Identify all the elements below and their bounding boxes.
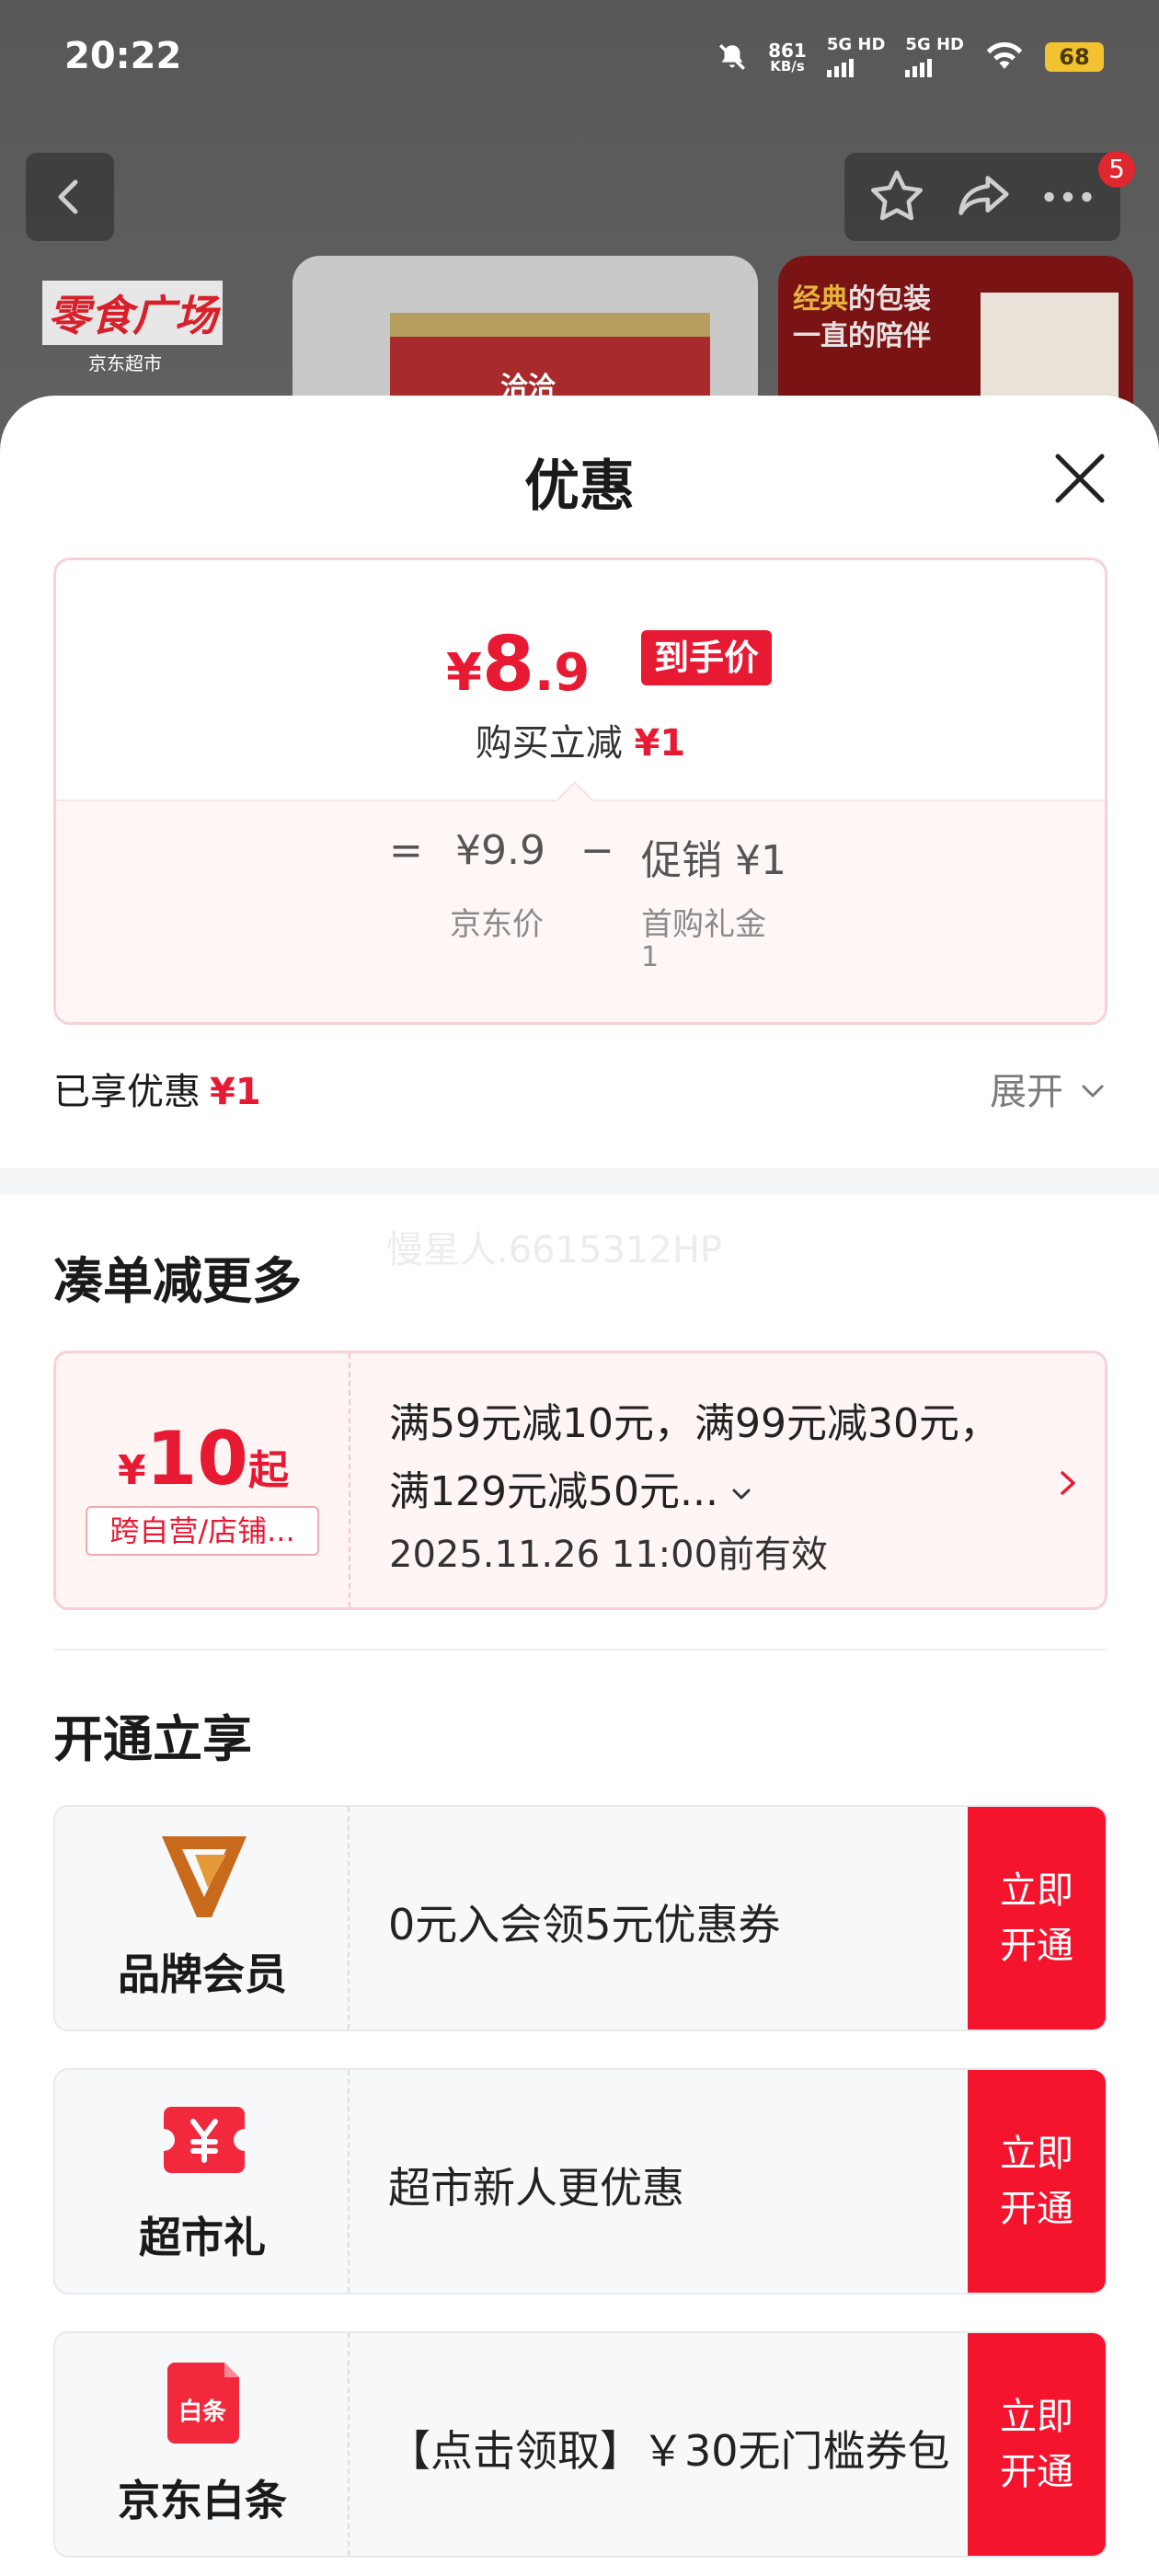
section-title-open: 开通立享 <box>53 1710 252 1768</box>
open-member-button[interactable]: 立即 开通 <box>968 1807 1106 2030</box>
snack-plaza-title: 零食广场 <box>42 281 223 345</box>
section-divider <box>0 1168 1159 1194</box>
member-icon-area: 白条 京东白条 <box>55 2333 350 2556</box>
instant-reduction: 购买立减 ¥1 <box>475 722 686 765</box>
top-actions <box>844 153 1120 241</box>
equals-sign: = <box>389 827 423 874</box>
status-icons: 861 KB/s 5G HD 5G HD 68 <box>717 37 1104 77</box>
minus-sign: − <box>580 827 614 874</box>
price-breakdown-card: ¥8.9 到手价 购买立减 ¥1 = ¥9.9 京东价 − 促销 ¥1 首购礼金… <box>53 558 1107 1025</box>
member-name: 京东白条 <box>118 2476 287 2525</box>
snack-plaza-banner[interactable]: 零食广场 京东超市 <box>42 281 235 374</box>
chevron-down-icon[interactable] <box>1076 1075 1109 1108</box>
member-benefit: 超市新人更优惠 <box>388 2163 684 2213</box>
chevron-right-icon[interactable] <box>1050 1460 1086 1506</box>
jd-price-label: 京东价 <box>450 906 544 943</box>
brand-banner-line1: 经典的包装 <box>793 283 931 316</box>
promo-label-value: 1 <box>641 941 660 973</box>
final-price-tag: 到手价 <box>641 630 773 685</box>
section-title-more: 凑单减更多 <box>53 1252 302 1310</box>
expand-button[interactable]: 展开 <box>990 1062 1063 1115</box>
brand-member-card[interactable]: 品牌会员 0元入会领5元优惠券 立即 开通 <box>53 1805 1107 2031</box>
jd-baitiao-card[interactable]: 白条 京东白条 【点击领取】￥30无门槛券包 立即 开通 <box>53 2331 1107 2558</box>
promo-label: 首购礼金 <box>641 906 766 943</box>
svg-text:白条: 白条 <box>178 2398 227 2426</box>
brand-v-icon <box>162 1836 247 1917</box>
coupon-card[interactable]: ¥10起 跨自营/店铺... 满59元减10元，满99元减30元， 满129元减… <box>53 1351 1107 1610</box>
final-price-area: ¥8.9 到手价 购买立减 ¥1 <box>56 560 1105 799</box>
enjoyed-discount: 已享优惠 ¥1 <box>53 1071 261 1113</box>
back-button[interactable] <box>26 153 114 241</box>
separator-line <box>53 1649 1107 1650</box>
status-bar: 20:22 861 KB/s 5G HD 5G HD 68 <box>0 0 1159 120</box>
coupon-amount-area: ¥10起 跨自营/店铺... <box>56 1353 350 1607</box>
notification-badge: 5 <box>1098 151 1135 188</box>
star-icon[interactable] <box>865 165 929 229</box>
member-icon-area: 超市礼 <box>55 2070 350 2293</box>
share-icon[interactable] <box>950 165 1015 229</box>
jd-price: ¥9.9 <box>455 827 545 874</box>
coupon-validity: 2025.11.26 11:00前有效 <box>389 1534 829 1576</box>
open-member-button[interactable]: 立即 开通 <box>968 2333 1106 2556</box>
sim2-signal: 5G HD <box>905 37 964 77</box>
member-benefit: 【点击领取】￥30无门槛券包 <box>388 2426 950 2476</box>
final-price: ¥8.9 <box>446 621 591 708</box>
coupon-amount: ¥10起 <box>118 1416 289 1501</box>
discount-sheet: 优惠 ¥8.9 到手价 购买立减 ¥1 = ¥9.9 京东价 − 促销 ¥1 首… <box>0 396 1159 2576</box>
more-icon[interactable] <box>1036 165 1100 229</box>
sheet-title: 优惠 <box>524 454 635 519</box>
chevron-left-icon <box>58 179 78 214</box>
coupon-description: 满59元减10元，满99元减30元， 满129元减50元... <box>389 1400 1000 1515</box>
close-icon[interactable] <box>1049 447 1111 510</box>
mute-bell-icon <box>719 44 746 70</box>
promo-discount: 促销 ¥1 <box>641 837 786 884</box>
chevron-down-icon[interactable] <box>728 1480 755 1508</box>
yen-ticket-icon <box>164 2107 245 2173</box>
battery-indicator: 68 <box>1045 42 1104 72</box>
member-name: 超市礼 <box>139 2213 266 2262</box>
net-speed: 861 KB/s <box>768 39 807 75</box>
wifi-icon <box>986 41 1023 69</box>
status-time: 20:22 <box>64 35 182 77</box>
snack-plaza-subtitle: 京东超市 <box>88 352 162 374</box>
member-name: 品牌会员 <box>118 1949 287 1999</box>
watermark: 慢星人.6615312HP <box>386 1229 723 1271</box>
member-icon-area: 品牌会员 <box>55 1807 350 2030</box>
baitiao-card-icon: 白条 <box>167 2363 239 2444</box>
sim1-signal: 5G HD <box>826 37 885 77</box>
brand-banner-line2: 一直的陪伴 <box>793 320 931 352</box>
supermarket-gift-card[interactable]: 超市礼 超市新人更优惠 立即 开通 <box>53 2068 1107 2294</box>
open-member-button[interactable]: 立即 开通 <box>968 2070 1106 2293</box>
member-benefit: 0元入会领5元优惠券 <box>388 1900 781 1949</box>
coupon-scope: 跨自营/店铺... <box>86 1506 319 1556</box>
